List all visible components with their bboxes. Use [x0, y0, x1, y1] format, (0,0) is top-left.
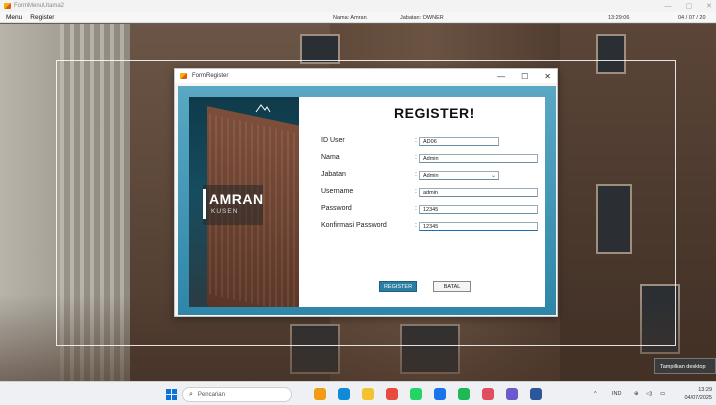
dialog-maximize-button[interactable]: ☐ [521, 72, 528, 81]
user-name-status: Nama: Amran [333, 14, 367, 21]
chrome-alt-taskbar-icon[interactable] [434, 388, 446, 400]
taskbar-date: 04/07/2025 [684, 395, 712, 401]
tray-chevron-icon[interactable]: ^ [594, 382, 597, 405]
username-field[interactable]: admin [419, 188, 538, 197]
register-button[interactable]: REGISTER [379, 281, 417, 292]
files-taskbar-icon[interactable] [362, 388, 374, 400]
search-icon: ⌕ [189, 390, 193, 398]
label-jabatan: Jabatan [321, 171, 346, 178]
date-status: 04 / 07 / 20 [678, 14, 706, 21]
volume-icon[interactable]: ◁) [646, 382, 652, 405]
edge-taskbar-icon[interactable] [338, 388, 350, 400]
network-icon[interactable]: ⊕ [634, 382, 639, 405]
main-window-controls: — ▢ ✕ [665, 0, 713, 12]
label-nama: Nama [321, 154, 340, 161]
label-konfirmasi-password: Konfirmasi Password [321, 222, 387, 229]
label-username: Username [321, 188, 354, 195]
brand-image: AMRAN KUSEN [189, 97, 299, 307]
java-app-icon [4, 3, 11, 9]
register-heading: REGISTER! [394, 105, 475, 121]
mountain-logo-icon [255, 104, 271, 113]
main-titlebar: FormMenuUtama2 — ▢ ✕ [0, 0, 716, 12]
whatsapp-taskbar-icon[interactable] [410, 388, 422, 400]
copilot-taskbar-icon[interactable] [506, 388, 518, 400]
taskbar-time: 13:29 [698, 387, 712, 393]
clock-status: 13:29:06 [608, 14, 630, 21]
jabatan-select[interactable]: Admin ⌄ [419, 171, 499, 180]
app-red-taskbar-icon[interactable] [482, 388, 494, 400]
label-password: Password [321, 205, 352, 212]
dialog-title: FormRegister [192, 73, 229, 79]
password-field[interactable]: 12345 [419, 205, 538, 214]
menu-item-register[interactable]: Register [30, 14, 54, 21]
chevron-down-icon[interactable]: ⌄ [491, 172, 496, 180]
user-role-status: Jabatan: OWNER [400, 14, 444, 21]
spotify-taskbar-icon[interactable] [458, 388, 470, 400]
dialog-close-button[interactable]: ✕ [544, 72, 551, 81]
register-dialog: FormRegister — ☐ ✕ AMRAN KUSEN REGISTER!… [174, 68, 558, 317]
taskbar: ⌕ Pencarian ^ IND ⊕ ◁) ▭ 13:29 04/07/202… [0, 381, 716, 405]
brand-sub: KUSEN [211, 208, 239, 215]
word-taskbar-icon[interactable] [530, 388, 542, 400]
java-app-icon [180, 73, 187, 79]
battery-icon[interactable]: ▭ [660, 382, 665, 405]
main-window-title: FormMenuUtama2 [14, 3, 65, 9]
show-desktop-tooltip: Tampilkan desktop [654, 358, 716, 374]
language-indicator[interactable]: IND [612, 382, 621, 405]
dialog-body: AMRAN KUSEN REGISTER! ID User : AD06 Nam… [178, 86, 556, 315]
windows-start-icon[interactable] [166, 389, 177, 400]
close-button[interactable]: ✕ [706, 2, 712, 10]
confirm-password-field[interactable]: 12345 [419, 222, 538, 231]
label-id-user: ID User [321, 137, 345, 144]
taskbar-search[interactable]: ⌕ Pencarian [182, 387, 292, 402]
menubar: Menu Register Nama: Amran Jabatan: OWNER… [0, 12, 716, 23]
chrome-taskbar-icon[interactable] [386, 388, 398, 400]
minimize-button[interactable]: — [665, 3, 672, 10]
register-panel: AMRAN KUSEN REGISTER! ID User : AD06 Nam… [189, 97, 545, 307]
taskbar-clock[interactable]: 13:29 04/07/2025 [684, 386, 712, 402]
search-placeholder: Pencarian [197, 391, 225, 398]
nama-field[interactable]: Admin [419, 154, 538, 163]
brand-name: AMRAN [209, 191, 264, 207]
pinwheel-taskbar-icon[interactable] [314, 388, 326, 400]
dialog-window-controls: — ☐ ✕ [497, 69, 551, 83]
jabatan-selected-value: Admin [423, 173, 439, 179]
dialog-minimize-button[interactable]: — [497, 72, 505, 81]
maximize-button[interactable]: ▢ [686, 2, 693, 10]
id-user-field[interactable]: AD06 [419, 137, 499, 146]
dialog-titlebar: FormRegister — ☐ ✕ [175, 69, 557, 83]
cancel-button[interactable]: BATAL [433, 281, 471, 292]
menu-item-menu[interactable]: Menu [6, 14, 22, 21]
